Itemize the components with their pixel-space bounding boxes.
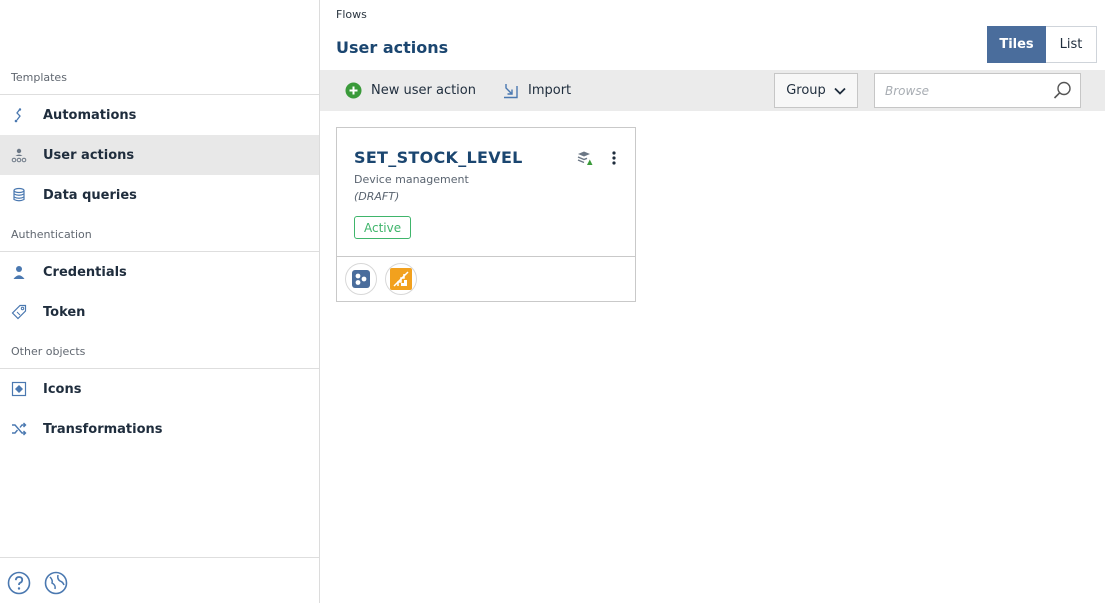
sidebar-item-label: User actions — [43, 147, 135, 163]
app-icon-orange — [385, 263, 417, 295]
sidebar-item-automations[interactable]: Automations — [0, 95, 319, 135]
globe-icon[interactable] — [44, 571, 68, 595]
section-heading-authentication: Authentication — [11, 228, 92, 241]
tag-icon — [10, 303, 28, 321]
more-options-icon[interactable] — [607, 148, 621, 168]
sidebar-item-label: Data queries — [43, 187, 137, 203]
import-button[interactable]: Import — [502, 70, 571, 111]
divider — [337, 256, 635, 257]
search-icon[interactable] — [1053, 81, 1072, 104]
shuffle-icon — [10, 420, 28, 438]
view-toggle: Tiles List — [987, 26, 1097, 63]
list-view-button[interactable]: List — [1046, 26, 1097, 63]
sidebar-item-label: Credentials — [43, 264, 127, 280]
divider — [0, 557, 319, 558]
user-actions-icon — [10, 146, 28, 164]
sidebar-item-label: Token — [43, 304, 86, 320]
search-box — [874, 73, 1081, 108]
person-icon — [10, 263, 28, 281]
sidebar: Templates Automations User actions Data … — [0, 0, 320, 603]
automations-icon — [10, 106, 28, 124]
breadcrumb[interactable]: Flows — [336, 8, 367, 21]
help-icon[interactable] — [7, 571, 31, 595]
tile-draft-state: (DRAFT) — [354, 190, 400, 203]
section-heading-templates: Templates — [11, 71, 67, 84]
tiles-view-button[interactable]: Tiles — [987, 26, 1046, 63]
new-user-action-button[interactable]: New user action — [345, 70, 476, 111]
app-icon-blue — [345, 263, 377, 295]
sidebar-item-token[interactable]: Token — [0, 292, 319, 332]
add-icon — [345, 82, 362, 99]
sidebar-item-user-actions[interactable]: User actions — [0, 135, 319, 175]
tile-title: SET_STOCK_LEVEL — [354, 148, 523, 167]
stack-deploy-icon — [577, 150, 593, 170]
group-dropdown-label: Group — [786, 83, 826, 98]
sidebar-item-data-queries[interactable]: Data queries — [0, 175, 319, 215]
sidebar-item-label: Transformations — [43, 421, 163, 437]
group-dropdown[interactable]: Group — [774, 73, 858, 108]
tile-subtitle: Device management — [354, 173, 469, 186]
database-icon — [10, 186, 28, 204]
import-icon — [502, 82, 519, 99]
sidebar-item-credentials[interactable]: Credentials — [0, 252, 319, 292]
main-content: Flows User actions Tiles List New user a… — [320, 0, 1105, 603]
page-title: User actions — [336, 38, 449, 57]
sidebar-item-label: Icons — [43, 381, 82, 397]
sidebar-item-label: Automations — [43, 107, 137, 123]
chevron-down-icon — [834, 87, 846, 95]
user-action-tile[interactable]: SET_STOCK_LEVEL Device management (DRAFT… — [336, 127, 636, 302]
new-user-action-label: New user action — [371, 83, 476, 98]
import-label: Import — [528, 83, 572, 98]
toolbar: New user action Import Group — [320, 70, 1105, 111]
search-input[interactable] — [885, 83, 1055, 98]
icons-icon — [10, 380, 28, 398]
sidebar-item-icons[interactable]: Icons — [0, 369, 319, 409]
sidebar-item-transformations[interactable]: Transformations — [0, 409, 319, 449]
status-badge: Active — [354, 216, 412, 239]
section-heading-other-objects: Other objects — [11, 345, 86, 358]
